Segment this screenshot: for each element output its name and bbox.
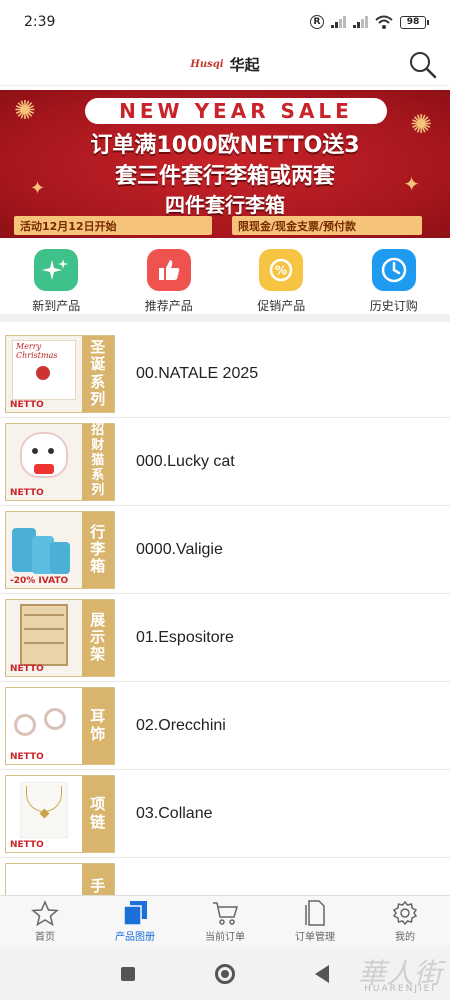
back-button[interactable] bbox=[315, 964, 329, 983]
bracelet-image bbox=[6, 863, 82, 895]
star-icon bbox=[31, 900, 59, 926]
category-name: 02.Orecchini bbox=[136, 716, 226, 734]
quick-nav-label: 历史订购 bbox=[369, 299, 418, 313]
quick-nav-label: 促销产品 bbox=[257, 299, 306, 313]
category-thumbnail: -20% IVATO 行李箱 bbox=[5, 510, 115, 589]
quick-nav-new-products[interactable]: 新到产品 bbox=[0, 240, 113, 314]
category-name: 000.Lucky cat bbox=[136, 452, 235, 470]
necklace-image: NETTO bbox=[6, 775, 82, 852]
suitcase-image: -20% IVATO bbox=[6, 511, 82, 588]
category-row[interactable]: -20% IVATO 行李箱 0000.Valigie bbox=[0, 506, 450, 594]
category-label-vertical: 项链 bbox=[81, 775, 114, 852]
logo-mark: Husqi bbox=[190, 59, 224, 70]
nav-label: 当前订单 bbox=[205, 932, 245, 943]
quick-nav: 新到产品 推荐产品 % 促销产品 历史订购 bbox=[0, 240, 450, 322]
app-logo: Husqi 华起 bbox=[190, 54, 259, 75]
lucky-cat-image: NETTO bbox=[6, 423, 82, 500]
nav-current-order[interactable]: 当前订单 bbox=[180, 896, 270, 947]
category-name: 01.Espositore bbox=[136, 628, 234, 646]
catalog-icon bbox=[123, 901, 147, 926]
banner-line-2: 套三件套行李箱或两套 bbox=[114, 164, 335, 189]
status-icons: R 98 bbox=[310, 15, 429, 29]
category-row[interactable]: NETTO 展示架 01.Espositore bbox=[0, 594, 450, 682]
category-tag: NETTO bbox=[10, 487, 44, 498]
nav-label: 产品图册 bbox=[115, 932, 155, 943]
banner-line-1: 订单满1000欧NETTO送3 bbox=[90, 133, 360, 158]
thumbs-up-icon bbox=[146, 249, 191, 291]
category-label-vertical: 手 bbox=[81, 863, 114, 895]
nav-catalog[interactable]: 产品图册 bbox=[90, 896, 180, 947]
status-bar: 2:39 R 98 bbox=[0, 0, 450, 44]
category-label-vertical: 行李箱 bbox=[81, 511, 114, 588]
nav-label: 首页 bbox=[35, 932, 55, 943]
nav-label: 我的 bbox=[395, 932, 415, 943]
category-label-vertical: 招财猫系列 bbox=[81, 423, 114, 500]
promo-banner[interactable]: ✺ ✺ ✦ ✦ NEW YEAR SALE 订单满1000欧NETTO送3 套三… bbox=[0, 90, 450, 238]
category-name: 00.NATALE 2025 bbox=[136, 364, 259, 382]
watermark-text: HUARENJIEI bbox=[364, 984, 436, 994]
recent-apps-button[interactable] bbox=[121, 966, 135, 981]
category-row[interactable]: NETTO 耳饰 02.Orecchini bbox=[0, 682, 450, 770]
home-button[interactable] bbox=[215, 963, 235, 984]
earrings-image: NETTO bbox=[6, 687, 82, 764]
category-tag: NETTO bbox=[10, 663, 44, 674]
banner-payment-note: 限现金/现金支票/预付款 bbox=[232, 216, 422, 235]
category-tag: -20% IVATO bbox=[10, 575, 69, 586]
nav-profile[interactable]: 我的 bbox=[360, 896, 450, 947]
category-row[interactable]: NETTO 项链 03.Collane bbox=[0, 770, 450, 858]
category-thumbnail: NETTO 耳饰 bbox=[5, 686, 115, 765]
signal-icon bbox=[331, 16, 346, 28]
quick-nav-order-history[interactable]: 历史订购 bbox=[338, 240, 450, 314]
quick-nav-recommended[interactable]: 推荐产品 bbox=[113, 240, 226, 314]
category-label-vertical: 耳饰 bbox=[81, 687, 114, 764]
battery-level: 98 bbox=[406, 17, 420, 27]
category-thumbnail: NETTO 项链 bbox=[5, 774, 115, 853]
signal-icon-2 bbox=[353, 16, 368, 28]
category-row[interactable]: NETTO 招财猫系列 000.Lucky cat bbox=[0, 418, 450, 506]
nav-order-management[interactable]: 订单管理 bbox=[270, 896, 360, 947]
category-tag: NETTO bbox=[10, 399, 44, 410]
category-thumbnail: 手 bbox=[5, 862, 115, 895]
category-tag: NETTO bbox=[10, 839, 44, 850]
svg-text:%: % bbox=[275, 264, 287, 278]
sparkle-icon bbox=[34, 249, 79, 291]
nav-label: 订单管理 bbox=[295, 932, 335, 943]
category-thumbnail: NETTO 招财猫系列 bbox=[5, 422, 115, 501]
battery-icon: 98 bbox=[400, 15, 429, 29]
christmas-card-image: Merry Christmas NETTO bbox=[6, 335, 82, 412]
banner-line-3: 四件套行李箱 bbox=[165, 193, 285, 217]
category-label-vertical: 圣诞系列 bbox=[81, 335, 114, 412]
discount-icon: % bbox=[259, 249, 304, 291]
app-header: Husqi 华起 bbox=[0, 44, 450, 86]
document-icon bbox=[305, 900, 325, 926]
cart-icon bbox=[213, 902, 239, 925]
category-row[interactable]: 手 bbox=[0, 858, 450, 895]
category-name: 03.Collane bbox=[136, 804, 213, 822]
firework-icon: ✺ bbox=[14, 96, 36, 126]
search-icon[interactable] bbox=[408, 50, 438, 80]
quick-nav-label: 新到产品 bbox=[32, 299, 81, 313]
category-list: Merry Christmas NETTO 圣诞系列 00.NATALE 202… bbox=[0, 330, 450, 895]
quick-nav-label: 推荐产品 bbox=[144, 299, 193, 313]
nav-home[interactable]: 首页 bbox=[0, 896, 90, 947]
registered-icon: R bbox=[310, 15, 324, 29]
category-row[interactable]: Merry Christmas NETTO 圣诞系列 00.NATALE 202… bbox=[0, 330, 450, 418]
category-name: 0000.Valigie bbox=[136, 540, 223, 558]
clock-icon bbox=[371, 249, 416, 291]
banner-headline: NEW YEAR SALE bbox=[85, 98, 387, 124]
status-time: 2:39 bbox=[24, 14, 56, 30]
gear-icon bbox=[392, 900, 418, 926]
wifi-icon bbox=[375, 15, 393, 29]
banner-start-date: 活动12月12日开始 bbox=[14, 216, 212, 235]
display-stand-image: NETTO bbox=[6, 599, 82, 676]
category-thumbnail: NETTO 展示架 bbox=[5, 598, 115, 677]
category-tag: NETTO bbox=[10, 751, 44, 762]
category-thumbnail: Merry Christmas NETTO 圣诞系列 bbox=[5, 334, 115, 413]
bottom-nav: 首页 产品图册 当前订单 订单管理 我的 bbox=[0, 895, 450, 947]
category-label-vertical: 展示架 bbox=[81, 599, 114, 676]
quick-nav-promotions[interactable]: % 促销产品 bbox=[225, 240, 338, 314]
app-title: 华起 bbox=[229, 56, 260, 74]
